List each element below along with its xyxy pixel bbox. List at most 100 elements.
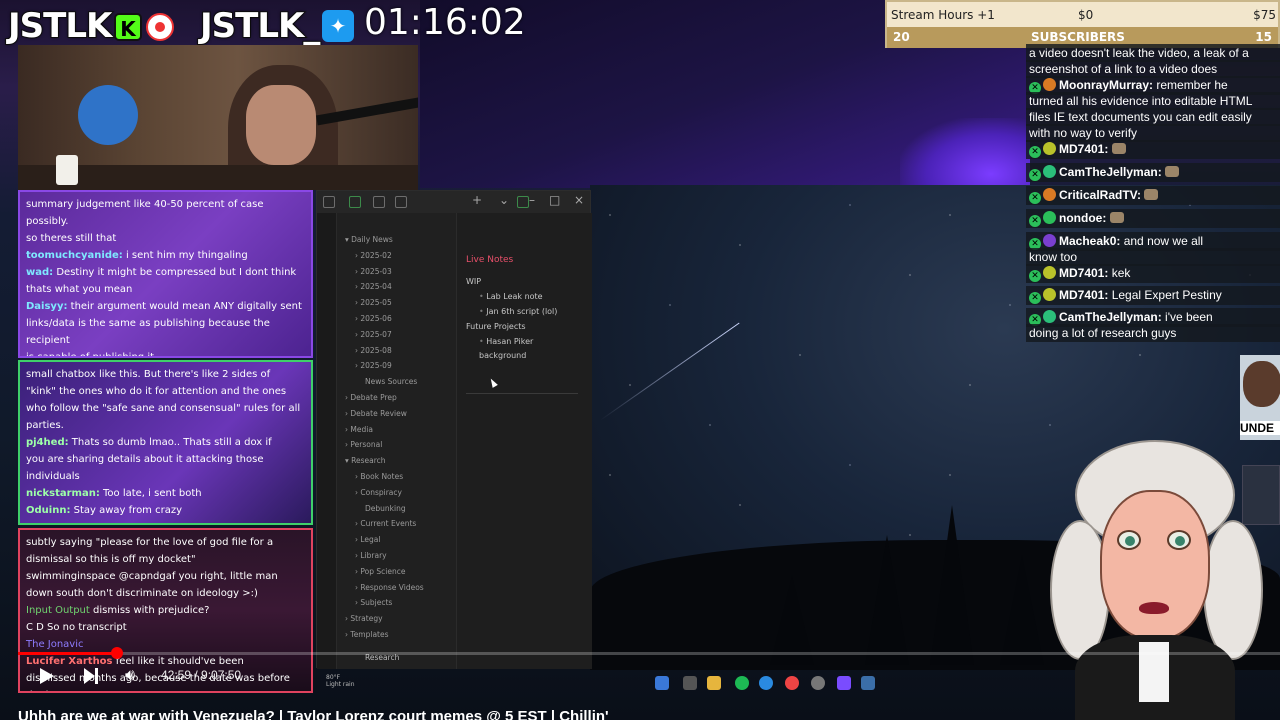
tree-item[interactable]: › Pop Science [355,567,405,576]
next-button[interactable] [84,668,98,684]
progress-bar[interactable] [18,647,1280,659]
search-icon[interactable] [373,196,385,208]
play-button[interactable] [40,668,54,684]
note-editor[interactable]: Live Notes WIP • Lab Leak note • Jan 6th s… [457,213,592,669]
tree-item[interactable]: › Personal [345,440,382,449]
new-tab-icon[interactable]: + [472,193,482,207]
tree-item-label: Debate Review [350,408,407,418]
donation-goal-row: Stream Hours +1 $0 $75 [891,8,1276,22]
tree-item[interactable]: › Current Events [355,519,416,528]
tree-item[interactable]: › Templates [345,630,389,639]
window-titlebar[interactable]: + ⌄ – □ × [317,191,590,213]
sub-badge-icon [1043,165,1056,178]
note-item[interactable]: background [479,351,526,360]
chat-message: ✕ CriticalRadTV: [1026,186,1280,205]
chat-message: you are sharing details about it attacki… [26,451,305,468]
note-item[interactable]: • Lab Leak note [479,292,543,301]
tree-item-label: Daily News [351,235,393,244]
chat-text: i've been [1161,310,1213,324]
chat-message: individuals [26,468,305,485]
chat-username: nondoe: [1059,211,1107,225]
tree-item[interactable]: › Strategy [345,614,383,623]
tree-item-label: 2025-03 [360,266,392,276]
tree-item[interactable]: › Media [345,425,373,434]
tree-item[interactable]: › 2025-09 [355,361,392,370]
tree-item[interactable]: › Library [355,551,387,560]
chat-message: toomuchcyanide: i sent him my thingaling [26,247,305,264]
note-item[interactable]: • Jan 6th script (lol) [479,307,557,316]
tree-item[interactable]: › Conspiracy [355,488,402,497]
tree-item[interactable]: › 2025-03 [355,267,392,276]
chat-text: subtly saying "please for the love of go… [26,537,274,548]
tree-item[interactable]: › 2025-07 [355,330,392,339]
tree-item[interactable]: › 2025-04 [355,282,392,291]
moderator-badge-icon: ✕ [1029,292,1041,304]
close-button[interactable]: × [574,193,584,207]
tree-item[interactable]: › 2025-02 [355,251,392,260]
chat-message: parties. [26,417,305,434]
folder-icon[interactable] [349,196,361,208]
progress-scrubber[interactable] [111,647,124,659]
tree-item[interactable]: News Sources [365,377,417,386]
video-title: Uhhh are we at war with Venezuela? | Tay… [18,708,609,720]
chat-text: their argument would mean ANY digitally … [67,301,302,312]
tree-item[interactable]: › Debate Review [345,409,407,418]
tree-item[interactable]: › 2025-05 [355,298,392,307]
chat-text: Stay away from crazy [70,505,183,516]
taskbar [655,676,885,692]
tree-item[interactable]: › 2025-06 [355,314,392,323]
note-item[interactable]: Future Projects [466,322,526,331]
tree-item-label: 2025-05 [360,298,392,308]
chat-message: Oduinn: Stay away from crazy [26,502,305,519]
layout-icon[interactable] [517,196,529,208]
note-item[interactable]: • Hasan Piker [479,337,533,346]
chevron-down-icon[interactable]: ⌄ [499,193,509,207]
chat-text: a video doesn't leak the video, a leak o… [1029,46,1249,60]
chat-username: MD7401: [1059,288,1109,302]
sub-label: SUBSCRIBERS [1031,30,1125,44]
volume-icon[interactable]: 🔊︎ [125,665,135,685]
note-item[interactable]: WIP [466,277,481,286]
chat-text: parties. [26,420,64,431]
chat-message: doing a lot of research guys [1026,324,1280,342]
coffee-cup [56,155,78,185]
chat-username: The Jonavic [26,639,84,650]
tree-item[interactable]: › 2025-08 [355,346,392,355]
tree-item[interactable]: ▾ Daily News [345,235,393,244]
video-stage[interactable]: JSTLK K JSTLK_ ✦ 01:16:02 summary judgem… [0,0,1280,720]
note-item-text: Jan 6th script (lol) [486,307,558,316]
tree-item-label: Templates [350,630,389,639]
bookmark-icon[interactable] [395,196,407,208]
tree-item[interactable]: › Book Notes [355,472,403,481]
chat-message: swimminginspace @capndgaf you right, lit… [26,568,305,585]
tree-item-label: Book Notes [360,472,404,481]
sidebar-toggle-icon[interactable] [323,196,335,208]
stream-header: JSTLK K JSTLK_ ✦ 01:16:02 [0,0,885,48]
pine-tree [930,505,974,665]
chat-username: Macheak0: [1059,234,1121,248]
tree-item-label: Conspiracy [360,487,402,497]
maximize-button[interactable]: □ [549,193,560,207]
tree-item[interactable]: › Debate Prep [345,393,397,402]
minimize-button[interactable]: – [529,193,535,207]
chat-text: so theres still that [26,233,117,244]
tree-item[interactable]: Debunking [365,504,406,513]
goal-amount: $0 [1078,8,1094,22]
note-item-text: Hasan Piker [486,337,534,346]
tree-item[interactable]: ▾ Research [345,456,386,465]
file-explorer[interactable]: ▾ Daily News › 2025-02 › 2025-03 › 2025-04 ›… [337,213,457,669]
live-icon [146,13,174,41]
figurine [78,85,138,145]
tree-item[interactable]: › Legal [355,535,381,544]
note-item-text: background [479,351,527,360]
ribbon-bar[interactable] [317,213,337,669]
tree-item-label: 2025-04 [360,282,392,292]
chat-username: Lucifer Xarthos [26,656,113,667]
guest-webcam: UNDE [1240,355,1280,440]
goal-label: Stream Hours +1 [891,8,995,22]
tree-item[interactable]: › Response Videos [355,583,424,592]
tree-item[interactable]: › Subjects [355,598,392,607]
notes-app-window[interactable]: + ⌄ – □ × ▾ Daily News › 2025-02 › 2025-03… [316,190,592,669]
chat-message: ✕ MD7401: kek [1026,264,1280,283]
chat-emote [1165,166,1180,177]
